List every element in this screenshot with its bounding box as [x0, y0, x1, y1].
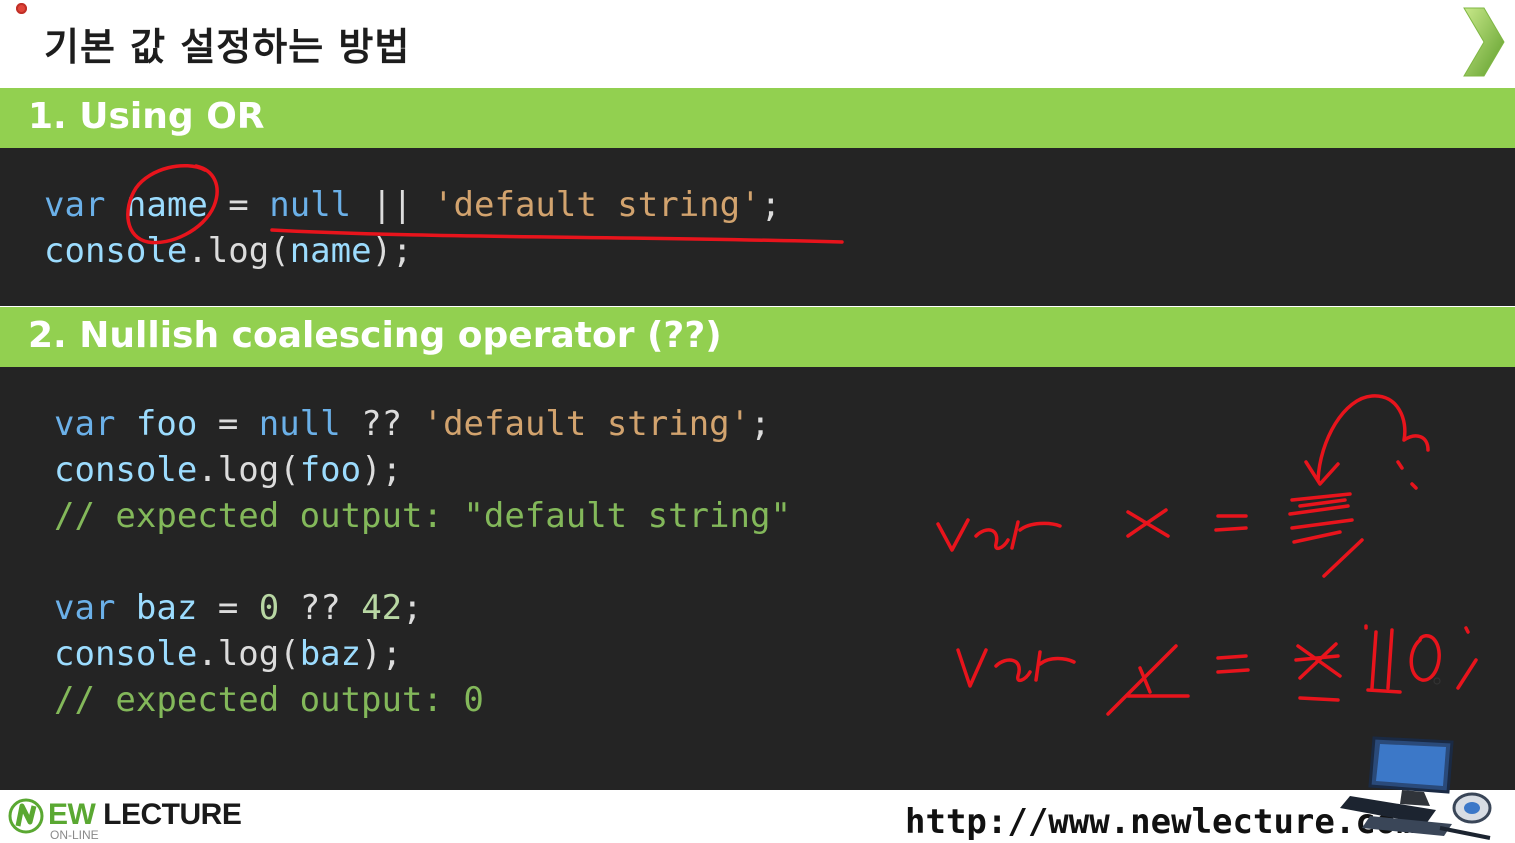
code-line: var baz = 0 ?? 42;: [54, 588, 423, 628]
section-heading-1: 1. Using OR: [28, 96, 265, 137]
section-heading-bar-1: 1. Using OR: [0, 88, 1515, 148]
section-heading-bar-2: 2. Nullish coalescing operator (??): [0, 307, 1515, 367]
code-line: var name = null || 'default string';: [44, 185, 782, 225]
code-line: console.log(foo);: [54, 450, 403, 490]
code-comment: // expected output: 0: [54, 680, 484, 720]
code-line: var foo = null ?? 'default string';: [54, 404, 771, 444]
slide-header: 기본 값 설정하는 방법: [0, 0, 1515, 88]
code-block-2: var foo = null ?? 'default string'; cons…: [54, 401, 791, 723]
section-heading-2: 2. Nullish coalescing operator (??): [28, 315, 722, 356]
logo-text: EW LECTURE: [48, 798, 242, 831]
logo-subtitle: ON-LINE: [50, 828, 99, 842]
code-line: console.log(name);: [44, 231, 413, 271]
newlecture-logo[interactable]: EW LECTURE ON-LINE: [8, 796, 248, 842]
next-slide-arrow-icon[interactable]: [1458, 6, 1508, 78]
slide-title: 기본 값 설정하는 방법: [44, 25, 411, 69]
code-block-1: var name = null || 'default string'; con…: [44, 182, 781, 274]
code-line: console.log(baz);: [54, 634, 403, 674]
logo-n-icon: [8, 798, 44, 834]
code-comment: // expected output: "default string": [54, 496, 791, 536]
computer-illustration: [1340, 736, 1492, 840]
record-dot-icon: [16, 3, 27, 14]
